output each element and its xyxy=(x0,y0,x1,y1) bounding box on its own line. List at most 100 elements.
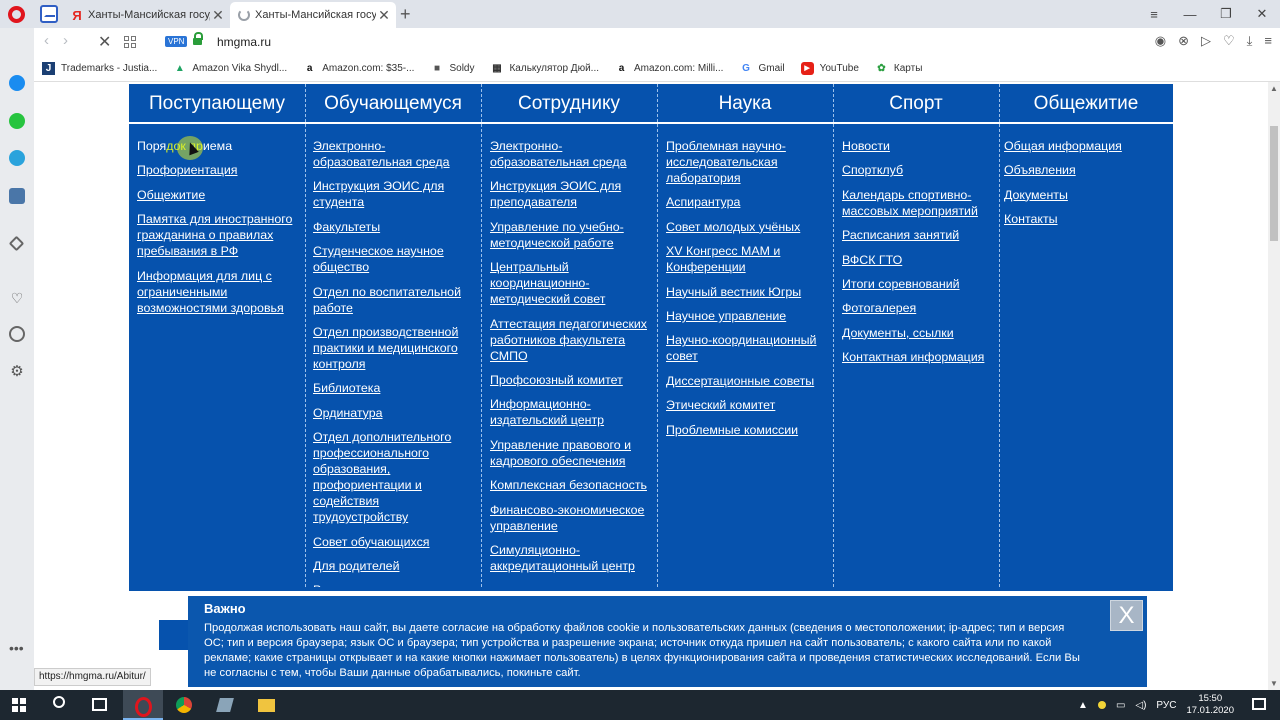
menu-link[interactable]: Аттестация педагогических работников фак… xyxy=(490,316,658,364)
notepad-taskbar-icon[interactable] xyxy=(205,690,245,720)
file-explorer-icon[interactable] xyxy=(246,690,286,720)
history-icon[interactable] xyxy=(9,326,25,342)
menu-link[interactable]: Объявления xyxy=(1004,162,1169,178)
telegram-icon[interactable] xyxy=(9,150,25,166)
menu-link[interactable]: Аспирантура xyxy=(666,194,828,210)
menu-heading-students[interactable]: Обучающемуся xyxy=(305,93,481,115)
menu-link[interactable]: Документы xyxy=(1004,187,1169,203)
menu-link[interactable]: Управление по учебно-методической работе xyxy=(490,219,658,251)
tray-app-icon[interactable] xyxy=(1097,701,1106,709)
menu-link[interactable]: Порядок приема xyxy=(137,138,303,154)
menu-lines-icon[interactable]: ≡ xyxy=(1264,33,1272,49)
menu-link[interactable]: Этический комитет xyxy=(666,397,828,413)
menu-link[interactable]: Отдел производственной практики и медици… xyxy=(313,324,475,372)
menu-link[interactable]: Библиотека xyxy=(313,380,475,396)
bookmark-item[interactable]: J Trademarks - Justia... xyxy=(42,62,157,75)
network-icon[interactable]: ▭ xyxy=(1116,700,1125,711)
menu-link[interactable]: Студенческое научное общество xyxy=(313,243,475,275)
vpn-badge[interactable]: VPN xyxy=(165,36,188,47)
back-icon[interactable]: ‹ xyxy=(44,32,49,49)
stop-loading-icon[interactable]: ✕ xyxy=(98,32,111,52)
menu-link[interactable]: Документы, ссылки xyxy=(842,325,996,341)
page-scrollbar[interactable]: ▲ ▼ xyxy=(1268,82,1280,690)
tray-expand-icon[interactable]: ▲ xyxy=(1078,700,1088,711)
close-tab-icon[interactable]: ✕ xyxy=(376,7,392,24)
menu-link[interactable]: Расписания занятий xyxy=(842,227,996,243)
menu-link[interactable]: Комплексная безопасность xyxy=(490,477,658,493)
bookmark-item[interactable]: ■ Soldy xyxy=(430,62,475,75)
notifications-icon[interactable] xyxy=(1252,698,1266,710)
menu-heading-staff[interactable]: Сотруднику xyxy=(481,93,657,115)
menu-link[interactable]: Контактная информация xyxy=(842,349,996,365)
flow-icon[interactable] xyxy=(8,235,25,252)
menu-link[interactable]: Фотогалерея xyxy=(842,300,996,316)
gear-icon[interactable]: ⚙ xyxy=(9,364,25,380)
messenger-icon[interactable] xyxy=(9,75,25,91)
browser-tab-2-active[interactable]: Ханты-Мансийская госуда ✕ xyxy=(230,2,396,28)
download-icon[interactable]: ⤓ xyxy=(1247,33,1253,49)
bookmark-item[interactable]: ▦ Калькулятор Дюй... xyxy=(490,62,599,75)
menu-link[interactable]: Симуляционно-аккредитационный центр xyxy=(490,542,658,574)
menu-link[interactable]: Профориентация xyxy=(137,162,303,178)
menu-link[interactable]: Проблемные комиссии xyxy=(666,422,828,438)
opera-menu-icon[interactable] xyxy=(8,6,25,23)
cookie-close-button[interactable]: X xyxy=(1110,600,1143,631)
menu-link[interactable]: Управление правового и кадрового обеспеч… xyxy=(490,437,658,469)
menu-link[interactable]: Электронно-образовательная среда xyxy=(313,138,475,170)
mail-tab-icon[interactable] xyxy=(40,5,58,23)
speed-dial-icon[interactable] xyxy=(124,36,136,48)
task-view-icon[interactable] xyxy=(92,698,107,711)
menu-link[interactable]: Электронно-образовательная среда xyxy=(490,138,658,170)
language-indicator[interactable]: РУС xyxy=(1156,700,1176,711)
close-tab-icon[interactable]: ✕ xyxy=(210,7,226,24)
menu-heading-sport[interactable]: Спорт xyxy=(833,93,999,115)
menu-link[interactable]: Для родителей xyxy=(313,558,475,574)
menu-link[interactable]: Контакты xyxy=(1004,211,1169,227)
menu-link[interactable]: Центральный координационно-методический … xyxy=(490,259,658,307)
minimize-icon[interactable]: — xyxy=(1172,7,1208,22)
windows-start-icon[interactable] xyxy=(12,698,26,712)
heart-icon[interactable]: ♡ xyxy=(9,290,25,306)
menu-link[interactable]: Памятка для иностранного гражданина о пр… xyxy=(137,211,303,259)
menu-link[interactable]: Отдел дополнительного профессионального … xyxy=(313,429,475,525)
url-field[interactable]: hmgma.ru xyxy=(217,35,271,49)
menu-link[interactable]: Информационно-издательский центр xyxy=(490,396,658,428)
heart-icon[interactable]: ♡ xyxy=(1223,33,1235,49)
menu-heading-dormitory[interactable]: Общежитие xyxy=(999,93,1173,115)
menu-heading-applicants[interactable]: Поступающему xyxy=(129,93,305,115)
bookmark-item[interactable]: G Gmail xyxy=(739,62,785,75)
more-icon[interactable]: ••• xyxy=(9,640,24,656)
opera-taskbar-icon[interactable] xyxy=(123,690,163,720)
menu-link[interactable]: Факультеты xyxy=(313,219,475,235)
forward-icon[interactable]: › xyxy=(63,32,68,49)
menu-link[interactable]: ВФСК ГТО xyxy=(842,252,996,268)
restore-icon[interactable]: ❐ xyxy=(1208,6,1244,22)
clock[interactable]: 15:50 17.01.2020 xyxy=(1186,693,1234,717)
menu-link[interactable]: Инструкция ЭОИС для студента xyxy=(313,178,475,210)
browser-tab-1[interactable]: Я Ханты-Мансийская госуда ✕ xyxy=(64,2,230,28)
menu-link[interactable]: Проблемная научно-исследовательская лабо… xyxy=(666,138,828,186)
chrome-taskbar-icon[interactable] xyxy=(164,690,204,720)
menu-link[interactable]: Профсоюзный комитет xyxy=(490,372,658,388)
menu-link[interactable]: Научное управление xyxy=(666,308,828,324)
menu-link[interactable]: Общежитие xyxy=(137,187,303,203)
menu-link[interactable]: Совет молодых учёных xyxy=(666,219,828,235)
send-icon[interactable]: ▷ xyxy=(1201,33,1211,49)
menu-link[interactable]: XV Конгресс МАМ и Конференции xyxy=(666,243,828,275)
lock-icon[interactable] xyxy=(193,32,203,46)
vk-icon[interactable] xyxy=(9,188,25,204)
menu-link[interactable]: Ординатура xyxy=(313,405,475,421)
menu-link[interactable]: Совет обучающихся xyxy=(313,534,475,550)
bookmark-item[interactable]: ▶ YouTube xyxy=(800,62,859,75)
menu-link[interactable]: Общая информация xyxy=(1004,138,1169,154)
bookmark-item[interactable]: a Amazon.com: $35-... xyxy=(303,62,415,75)
bookmark-item[interactable]: ▲ Amazon Vika Shydl... xyxy=(173,62,287,75)
bookmark-item[interactable]: a Amazon.com: Milli... xyxy=(615,62,724,75)
camera-icon[interactable]: ◉ xyxy=(1155,33,1166,49)
menu-heading-science[interactable]: Наука xyxy=(657,93,833,115)
search-icon[interactable] xyxy=(53,696,65,708)
whatsapp-icon[interactable] xyxy=(9,113,25,129)
menu-link[interactable]: Информация для лиц с ограниченными возмо… xyxy=(137,268,303,316)
menu-link[interactable]: Отдел по воспитательной работе xyxy=(313,284,475,316)
tab-menu-icon[interactable]: ≡ xyxy=(1136,7,1172,22)
